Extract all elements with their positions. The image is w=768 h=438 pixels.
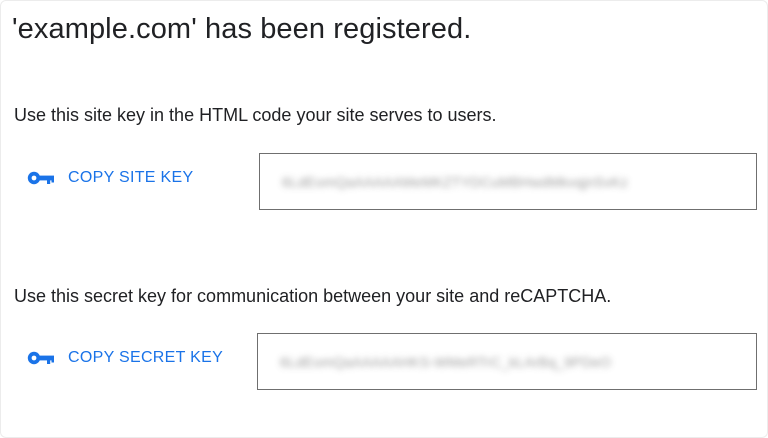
page-title: 'example.com' has been registered. [12, 13, 472, 45]
copy-secret-key-button[interactable]: COPY SECRET KEY [26, 348, 223, 368]
site-key-instruction: Use this site key in the HTML code your … [14, 105, 497, 125]
site-key-field[interactable]: 6LdEomQaAAAAAMeMKZTYDCuMBHwdMkvqjnSvKz [259, 153, 757, 210]
key-icon [26, 169, 56, 187]
site-key-value: 6LdEomQaAAAAAMeMKZTYDCuMBHwdMkvqjnSvKz [282, 174, 629, 190]
secret-key-value: 6LdEomQaAAAAAHKS-WMeRTrC_kLArBq_9PDeO [280, 354, 612, 370]
copy-site-key-button[interactable]: COPY SITE KEY [26, 168, 193, 188]
secret-key-field[interactable]: 6LdEomQaAAAAAHKS-WMeRTrC_kLArBq_9PDeO [257, 333, 757, 390]
key-icon [26, 349, 56, 367]
copy-secret-key-label: COPY SECRET KEY [68, 349, 224, 366]
secret-key-instruction: Use this secret key for communication be… [14, 286, 612, 306]
copy-site-key-label: COPY SITE KEY [68, 169, 194, 186]
